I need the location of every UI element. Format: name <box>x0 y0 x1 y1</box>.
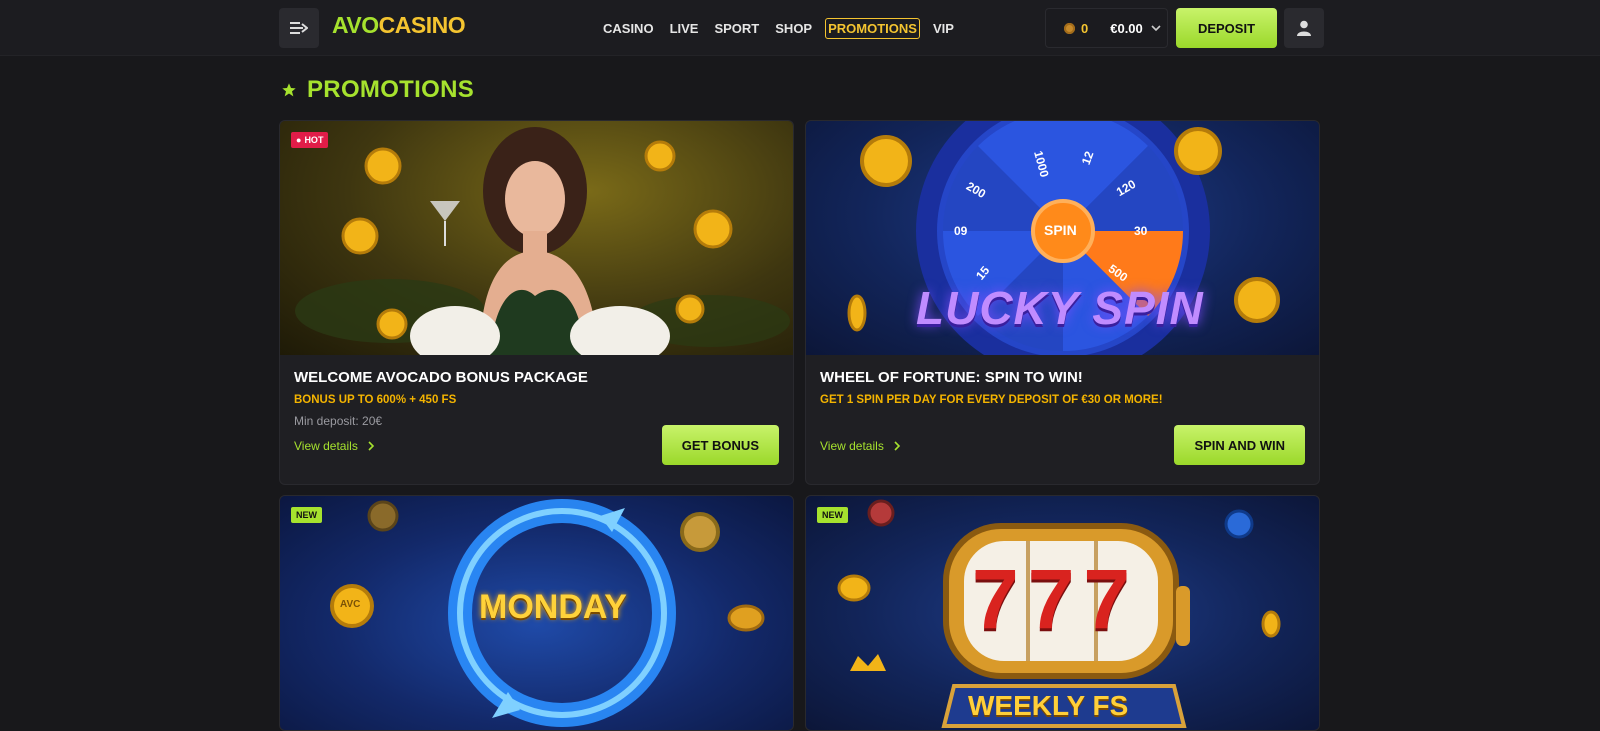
coin-count: 0 <box>1081 20 1089 36</box>
chevron-right-icon <box>368 441 374 451</box>
promo-subtitle: GET 1 SPIN PER DAY FOR EVERY DEPOSIT OF … <box>820 394 1163 406</box>
weekly-fs-title: WEEKLY FS <box>968 690 1129 721</box>
hot-badge-label: HOT <box>304 135 324 145</box>
nav-sport[interactable]: SPORT <box>711 18 762 39</box>
promo-body-welcome: WELCOME AVOCADO BONUS PACKAGE BONUS UP T… <box>280 355 793 484</box>
wheel-segment-label: 09 <box>954 224 968 238</box>
nav-casino[interactable]: CASINO <box>600 18 657 39</box>
nav-promotions[interactable]: PROMOTIONS <box>825 17 920 39</box>
wallet-dropdown[interactable]: 0 €0.00 <box>1045 8 1168 48</box>
page-title: PROMOTIONS <box>281 76 474 104</box>
promo-card-wheel: SPIN 1000 12 120 30 500 15 09 200 LUCKY … <box>805 120 1320 485</box>
chevron-down-icon <box>1151 24 1161 31</box>
promo-body-wheel: WHEEL OF FORTUNE: SPIN TO WIN! GET 1 SPI… <box>806 355 1319 484</box>
star-icon <box>282 83 296 97</box>
menu-toggle-button[interactable] <box>279 8 319 48</box>
promo-card-monday: AVC MONDAY NEW <box>279 495 794 731</box>
money-balance: €0.00 <box>1110 21 1161 36</box>
get-bonus-button[interactable]: GET BONUS <box>661 425 779 465</box>
menu-arrow-icon <box>290 22 308 34</box>
lucky-spin-title: LUCKY SPIN <box>916 282 1204 334</box>
user-icon <box>1297 20 1311 36</box>
promo-title: WHEEL OF FORTUNE: SPIN TO WIN! <box>820 369 1083 386</box>
deposit-button[interactable]: DEPOSIT <box>1176 8 1277 48</box>
logo[interactable]: AVO CASINO <box>332 12 466 39</box>
new-badge: NEW <box>291 507 322 523</box>
wheel-center-label: SPIN <box>1044 222 1077 238</box>
new-badge: NEW <box>817 507 848 523</box>
wheel-segment-label: 30 <box>1134 224 1148 238</box>
nav-shop[interactable]: SHOP <box>772 18 815 39</box>
promo-subtitle: BONUS UP TO 600% + 450 FS <box>294 394 457 406</box>
main-nav: CASINO LIVE SPORT SHOP PROMOTIONS VIP <box>600 16 967 40</box>
promo-title: WELCOME AVOCADO BONUS PACKAGE <box>294 369 588 386</box>
coin-label: AVC <box>340 599 361 610</box>
fire-icon: ● <box>296 135 302 145</box>
coin-icon <box>1064 22 1075 34</box>
view-details-label: View details <box>820 439 884 453</box>
promo-banner-monday[interactable]: AVC MONDAY NEW <box>280 496 793 730</box>
nav-vip[interactable]: VIP <box>930 18 957 39</box>
balance-value: €0.00 <box>1110 20 1143 36</box>
promo-banner-wheel[interactable]: SPIN 1000 12 120 30 500 15 09 200 LUCKY … <box>806 121 1319 355</box>
logo-avo: AVO <box>332 12 379 38</box>
top-bar: AVO CASINO CASINO LIVE SPORT SHOP PROMOT… <box>0 0 1600 56</box>
view-details-label: View details <box>294 439 358 453</box>
monday-title: MONDAY <box>479 588 627 626</box>
page-title-text: PROMOTIONS <box>307 76 475 103</box>
promo-card-welcome: ● HOT WELCOME AVOCADO BONUS PACKAGE BONU… <box>279 120 794 485</box>
promo-card-weekly-fs: 777 WEEKLY FS NEW <box>805 495 1320 731</box>
nav-live[interactable]: LIVE <box>667 18 702 39</box>
promo-banner-weekly-fs[interactable]: 777 WEEKLY FS NEW <box>806 496 1319 730</box>
hot-badge: ● HOT <box>291 132 329 148</box>
user-account-button[interactable] <box>1284 8 1324 48</box>
promo-banner-welcome[interactable]: ● HOT <box>280 121 793 355</box>
logo-casino: CASINO <box>378 12 466 38</box>
view-details-link[interactable]: View details <box>294 439 375 453</box>
view-details-link[interactable]: View details <box>820 439 901 453</box>
coin-balance: 0 <box>1064 21 1088 36</box>
spin-and-win-button[interactable]: SPIN AND WIN <box>1174 425 1305 465</box>
slot-reels: 777 <box>972 552 1140 646</box>
chevron-right-icon <box>894 441 900 451</box>
welcome-banner-art <box>295 127 790 355</box>
